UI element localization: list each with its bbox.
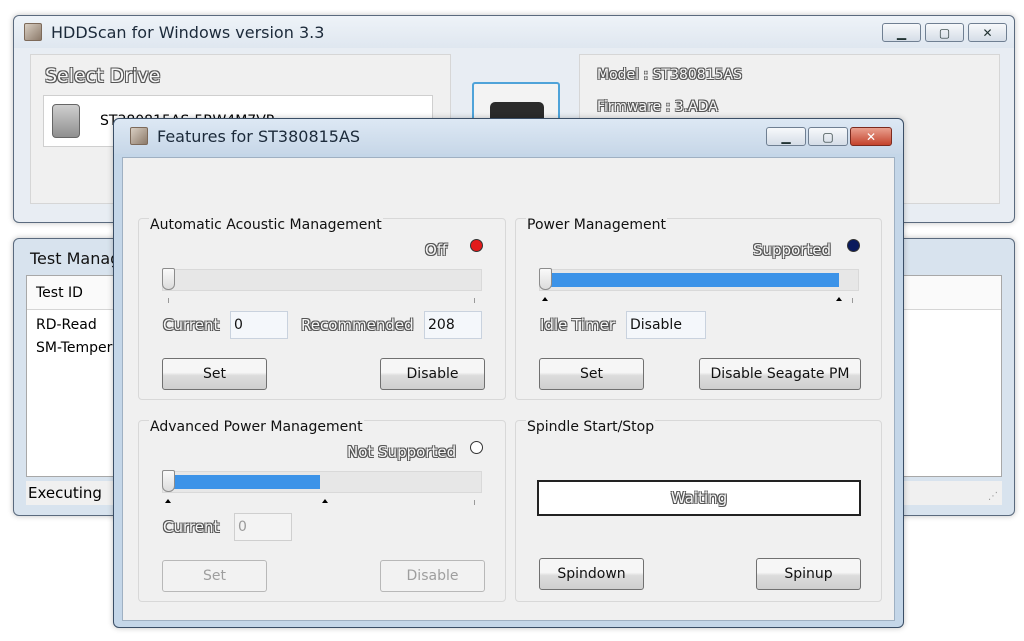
spindle-title: Spindle Start/Stop (526, 419, 656, 435)
aam-tick-max (474, 298, 475, 303)
spindle-status-box: Waiting (537, 480, 861, 516)
close-icon[interactable]: ✕ (850, 127, 892, 146)
hddscan-app-icon (130, 127, 148, 145)
features-body: Automatic Acoustic Management Off Curren… (122, 157, 895, 621)
spinup-button[interactable]: Spinup (756, 558, 861, 590)
spindown-button[interactable]: Spindown (539, 558, 644, 590)
maximize-icon[interactable]: ▢ (925, 23, 964, 42)
power-mark-level (836, 297, 842, 301)
aam-recommended-label: Recommended (301, 316, 414, 334)
apm-disable-button[interactable]: Disable (380, 560, 485, 592)
spindle-status: Waiting (670, 489, 728, 507)
aam-slider-thumb[interactable] (162, 268, 175, 290)
power-set-button[interactable]: Set (539, 358, 644, 390)
disable-seagate-pm-button[interactable]: Disable Seagate PM (699, 358, 861, 390)
power-management-title: Power Management (526, 217, 668, 233)
apm-current-field[interactable]: 0 (234, 513, 292, 541)
aam-title: Automatic Acoustic Management (149, 217, 383, 233)
hard-drive-icon (52, 104, 80, 138)
aam-group: Automatic Acoustic Management Off Curren… (138, 217, 506, 400)
power-tick-max (852, 298, 853, 303)
apm-title: Advanced Power Management (149, 419, 364, 435)
apm-tick-max (474, 500, 475, 505)
main-window-title: HDDScan for Windows version 3.3 (51, 23, 325, 42)
close-icon[interactable]: ✕ (968, 23, 1007, 42)
hddscan-app-icon (24, 23, 42, 41)
power-mark-min (542, 297, 548, 301)
power-management-group: Power Management Supported Idle Timer Di… (515, 217, 882, 400)
power-status-led (847, 239, 860, 252)
apm-mark-level (322, 499, 328, 503)
aam-status-led (470, 239, 483, 252)
apm-current-label: Current (163, 518, 220, 536)
status-text: Executing (28, 484, 102, 502)
aam-set-button[interactable]: Set (162, 358, 267, 390)
apm-mark-min (165, 499, 171, 503)
power-slider[interactable] (539, 269, 859, 291)
apm-slider-thumb[interactable] (162, 470, 175, 492)
apm-status-led (470, 441, 483, 454)
apm-slider[interactable] (162, 471, 482, 493)
power-slider-thumb[interactable] (539, 268, 552, 290)
features-titlebar: Features for ST380815AS ▁ ▢ ✕ (114, 119, 903, 154)
minimize-icon[interactable]: ▁ (766, 127, 806, 146)
main-titlebar: HDDScan for Windows version 3.3 ▁ ▢ ✕ (14, 16, 1014, 48)
minimize-icon[interactable]: ▁ (882, 23, 921, 42)
list-item[interactable]: RD-Read (36, 317, 97, 333)
features-dialog-title: Features for ST380815AS (157, 127, 361, 146)
aam-current-field[interactable]: 0 (230, 311, 288, 339)
apm-state: Not Supported (347, 443, 457, 461)
aam-tick-min (168, 298, 169, 303)
aam-state: Off (425, 241, 448, 259)
spindle-group: Spindle Start/Stop Waiting Spindown Spin… (515, 419, 882, 602)
power-slider-fill (546, 273, 839, 287)
power-state: Supported (753, 241, 832, 259)
maximize-icon[interactable]: ▢ (808, 127, 848, 146)
idle-timer-field[interactable]: Disable (626, 311, 706, 339)
column-test-id[interactable]: Test ID (36, 285, 83, 301)
idle-timer-label: Idle Timer (540, 316, 615, 334)
model-info: Model : ST380815AS (597, 67, 742, 83)
resize-grip-icon[interactable]: ⋰ (988, 491, 998, 502)
firmware-info: Firmware : 3.ADA (597, 99, 718, 115)
apm-group: Advanced Power Management Not Supported … (138, 419, 506, 602)
aam-disable-button[interactable]: Disable (380, 358, 485, 390)
features-dialog: Features for ST380815AS ▁ ▢ ✕ Automatic … (113, 118, 904, 628)
aam-slider[interactable] (162, 269, 482, 291)
select-drive-label: Select Drive (45, 65, 161, 87)
aam-recommended-field[interactable]: 208 (424, 311, 482, 339)
apm-set-button[interactable]: Set (162, 560, 267, 592)
aam-current-label: Current (163, 316, 220, 334)
apm-slider-fill (169, 475, 320, 489)
